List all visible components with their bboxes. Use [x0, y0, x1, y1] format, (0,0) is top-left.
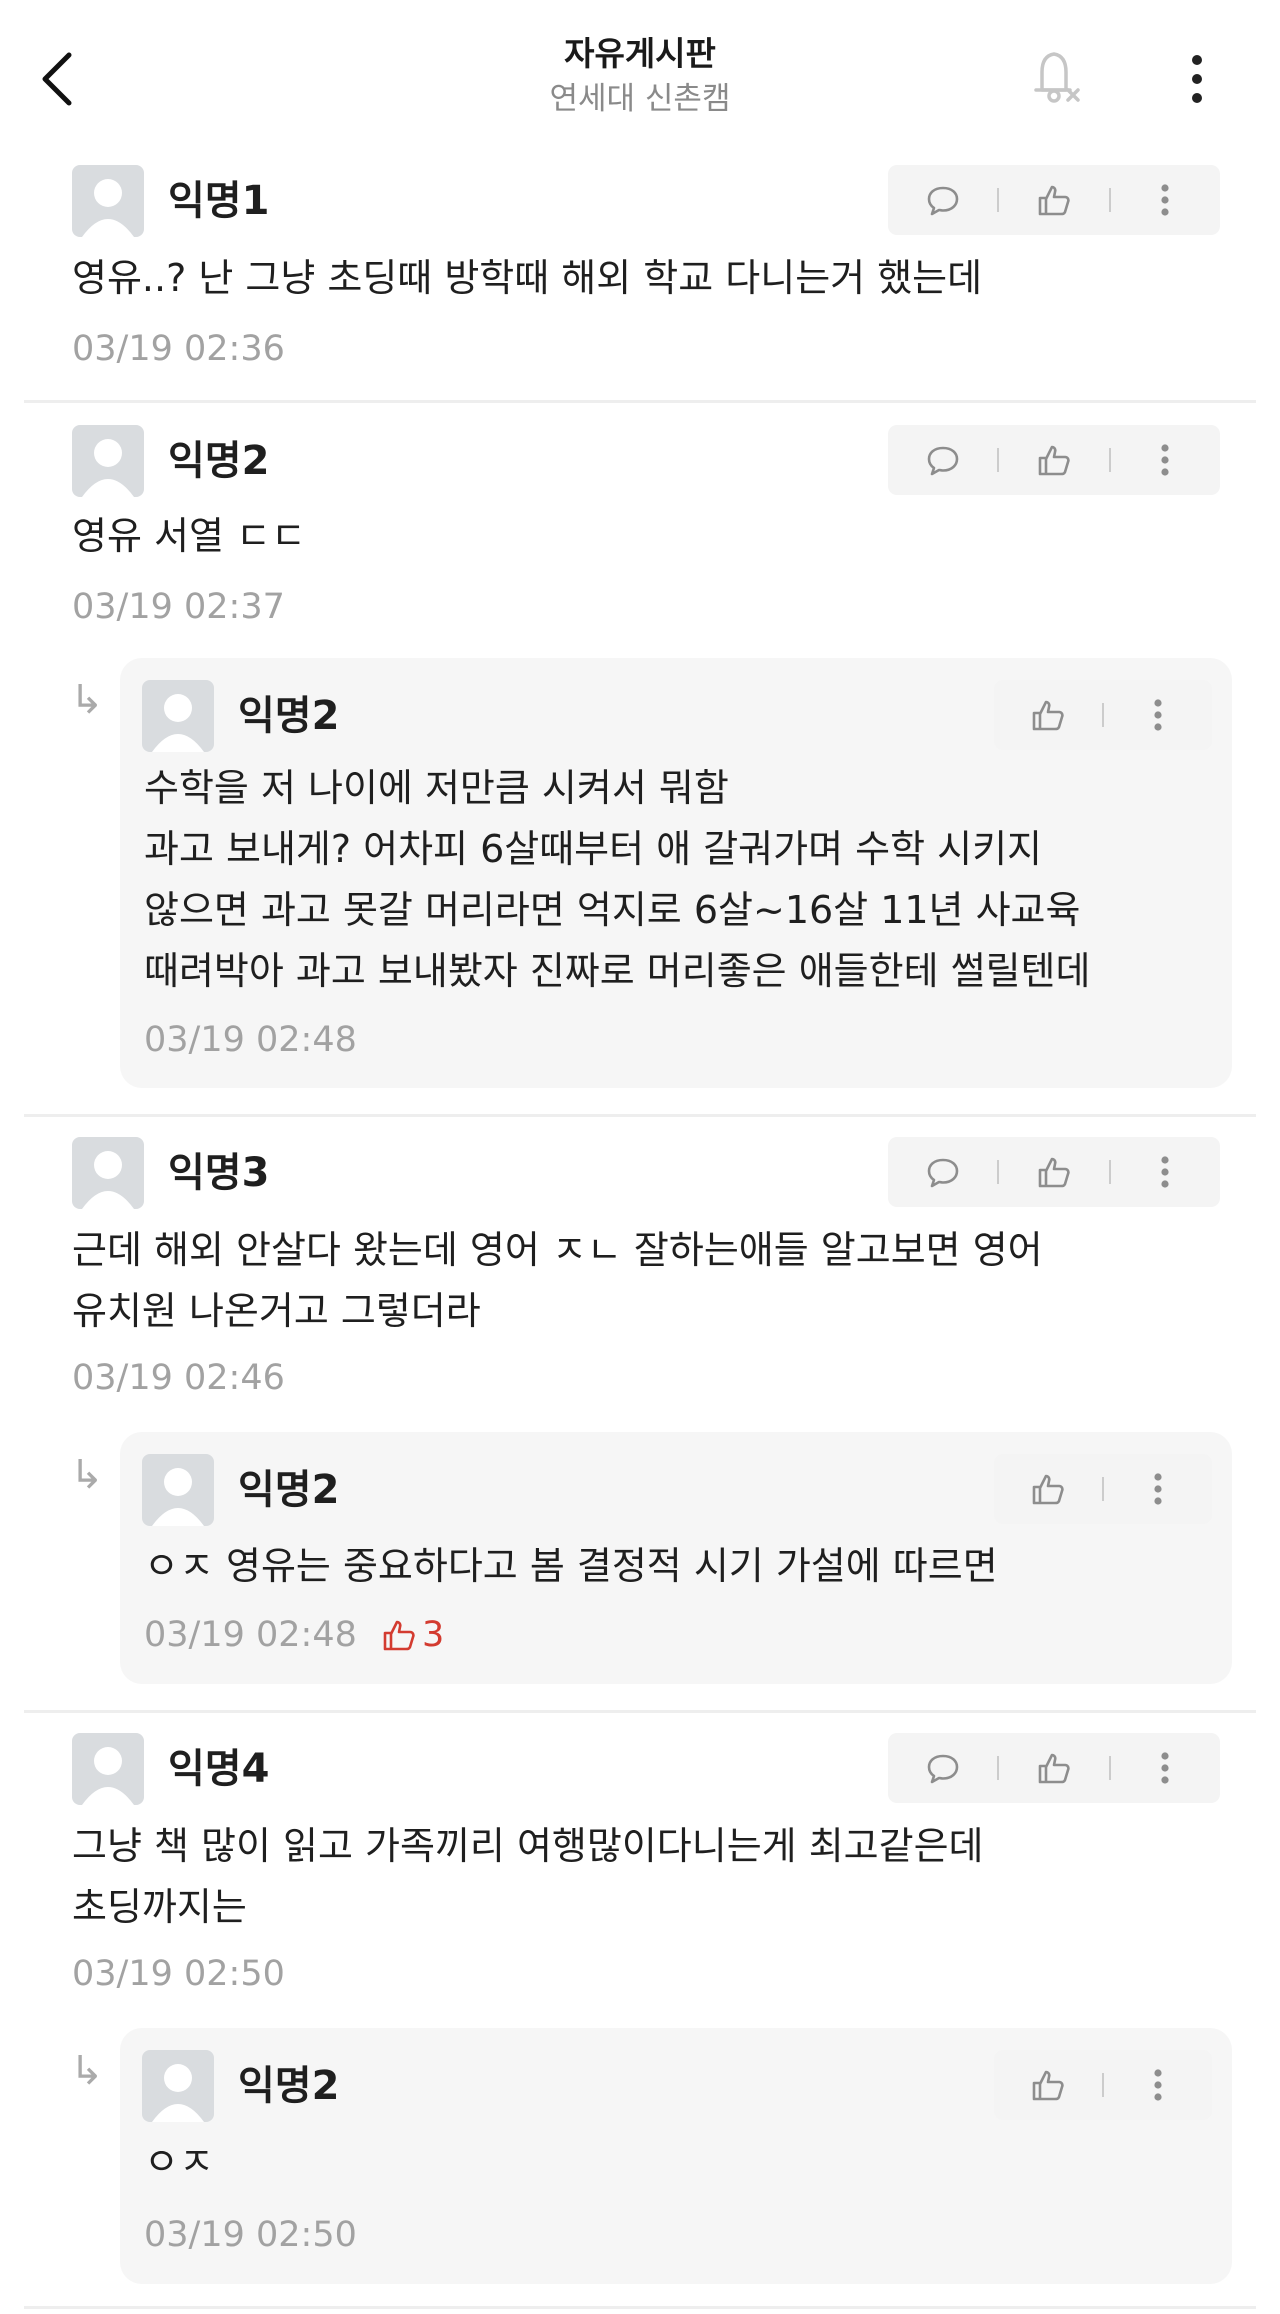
comment-time: 03/19 02:46 — [72, 1358, 285, 1398]
more-vertical-icon — [1154, 1473, 1162, 1505]
reply-arrow-icon: ↳ — [70, 2048, 104, 2094]
speech-bubble-icon — [927, 1754, 958, 1784]
comment-divider — [24, 1114, 1256, 1117]
back-button[interactable] — [30, 45, 84, 113]
more-vertical-icon — [1192, 55, 1202, 103]
top-bar: 자유게시판 연세대 신촌캠 — [0, 0, 1280, 160]
comment-divider — [24, 1710, 1256, 1713]
like-button[interactable] — [999, 1137, 1108, 1207]
reply-text-line: 수학을 저 나이에 저만큼 시켜서 뭐함 — [144, 766, 729, 810]
comment-text-line: 그냥 책 많이 읽고 가족끼리 여행많이다니는게 최고같은데 — [72, 1824, 984, 1868]
reply-actions — [994, 680, 1212, 750]
comment-actions — [888, 1137, 1220, 1207]
reply-text-line: 과고 보내게? 어차피 6살때부터 애 갈궈가며 수학 시키지 — [144, 827, 1043, 871]
avatar — [142, 680, 214, 752]
like-count-value: 3 — [422, 1615, 445, 1655]
reply-actions — [994, 1454, 1212, 1524]
reply-text-line: 않으면 과고 못갈 머리라면 억지로 6살~16살 11년 사교육 — [144, 888, 1081, 932]
board-title-group: 자유게시판 연세대 신촌캠 — [340, 32, 940, 120]
comment-author: 익명2 — [168, 438, 270, 484]
like-button[interactable] — [994, 2050, 1102, 2120]
thumbs-up-icon — [1032, 1474, 1064, 1505]
like-button[interactable] — [999, 165, 1108, 235]
more-vertical-icon — [1154, 699, 1162, 731]
reply-item: 익명2 ㅇㅈ 03/19 02:50 — [120, 2028, 1232, 2284]
more-vertical-icon — [1161, 444, 1169, 476]
reply-author: 익명2 — [238, 2063, 340, 2109]
more-options-button[interactable] — [1175, 44, 1219, 114]
comment-text-line: 유치원 나온거고 그렇더라 — [72, 1289, 481, 1333]
reply-author: 익명2 — [238, 1467, 340, 1513]
reply-item: 익명2 ㅇㅈ 영유는 중요하다고 봄 결정적 시기 가설에 따르면 03/19 … — [120, 1432, 1232, 1684]
more-vertical-icon — [1154, 2069, 1162, 2101]
like-button[interactable] — [994, 1454, 1102, 1524]
avatar — [72, 425, 144, 497]
comment-more-button[interactable] — [1111, 165, 1220, 235]
speech-bubble-icon — [927, 186, 958, 216]
comment-divider — [24, 400, 1256, 403]
reply-more-button[interactable] — [1104, 680, 1212, 750]
thumbs-up-icon — [1038, 1753, 1070, 1784]
comment-time: 03/19 02:50 — [72, 1954, 285, 1994]
speech-bubble-icon — [927, 446, 958, 476]
avatar — [142, 2050, 214, 2122]
reply-time: 03/19 02:50 — [144, 2215, 357, 2255]
reply-button[interactable] — [888, 1137, 997, 1207]
reply-arrow-icon: ↳ — [70, 677, 104, 723]
thumbs-up-icon — [1038, 445, 1070, 476]
reply-button[interactable] — [888, 165, 997, 235]
board-subtitle: 연세대 신촌캠 — [549, 81, 731, 117]
reply-button[interactable] — [888, 425, 997, 495]
board-title: 자유게시판 — [564, 34, 716, 73]
comment-more-button[interactable] — [1111, 425, 1220, 495]
comment-author: 익명1 — [168, 178, 270, 224]
speech-bubble-icon — [927, 1158, 958, 1188]
comment-divider — [24, 2306, 1256, 2309]
thumbs-up-icon — [1038, 1157, 1070, 1188]
avatar — [142, 1454, 214, 1526]
comment-actions — [888, 165, 1220, 235]
avatar — [72, 1733, 144, 1805]
reply-actions — [994, 2050, 1212, 2120]
avatar — [72, 1137, 144, 1209]
thumbs-up-icon — [1038, 185, 1070, 216]
reply-time: 03/19 02:48 — [144, 1615, 357, 1655]
reply-text-line: ㅇㅈ — [144, 2140, 214, 2184]
more-vertical-icon — [1161, 1752, 1169, 1784]
reply-arrow-icon: ↳ — [70, 1452, 104, 1498]
comment-text-line: 영유 서열 ㄷㄷ — [72, 514, 306, 558]
reply-more-button[interactable] — [1104, 2050, 1212, 2120]
bell-off-icon — [1034, 52, 1080, 103]
thumbs-up-icon — [383, 1620, 415, 1651]
comment-author: 익명3 — [168, 1150, 270, 1196]
comment-actions — [888, 425, 1220, 495]
avatar — [72, 165, 144, 237]
reply-item: 익명2 수학을 저 나이에 저만큼 시켜서 뭐함 과고 보내게? 어차피 6살때… — [120, 658, 1232, 1088]
notification-toggle-button[interactable] — [1020, 44, 1088, 114]
reply-more-button[interactable] — [1104, 1454, 1212, 1524]
more-vertical-icon — [1161, 184, 1169, 216]
chevron-left-icon — [42, 52, 72, 106]
comment-more-button[interactable] — [1111, 1137, 1220, 1207]
like-button[interactable] — [994, 680, 1102, 750]
comment-text-line: 근데 해외 안살다 왔는데 영어 ㅈㄴ 잘하는애들 알고보면 영어 — [72, 1228, 1043, 1272]
like-button[interactable] — [999, 425, 1108, 495]
reply-button[interactable] — [888, 1733, 997, 1803]
like-count: 3 — [382, 1612, 444, 1658]
comment-text-line: 초딩까지는 — [72, 1885, 247, 1929]
reply-text-line: ㅇㅈ 영유는 중요하다고 봄 결정적 시기 가설에 따르면 — [144, 1544, 998, 1588]
comment-time: 03/19 02:37 — [72, 587, 285, 627]
more-vertical-icon — [1161, 1156, 1169, 1188]
reply-time: 03/19 02:48 — [144, 1020, 357, 1060]
thumbs-up-icon — [1032, 2070, 1064, 2101]
comment-actions — [888, 1733, 1220, 1803]
thumbs-up-icon — [1032, 700, 1064, 731]
reply-text-line: 때려박아 과고 보내봤자 진짜로 머리좋은 애들한테 썰릴텐데 — [144, 949, 1091, 993]
comment-text-line: 영유..? 난 그냥 초딩때 방학때 해외 학교 다니는거 했는데 — [72, 256, 983, 300]
comment-more-button[interactable] — [1111, 1733, 1220, 1803]
like-button[interactable] — [999, 1733, 1108, 1803]
comment-author: 익명4 — [168, 1746, 270, 1792]
comment-time: 03/19 02:36 — [72, 329, 285, 369]
reply-author: 익명2 — [238, 693, 340, 739]
